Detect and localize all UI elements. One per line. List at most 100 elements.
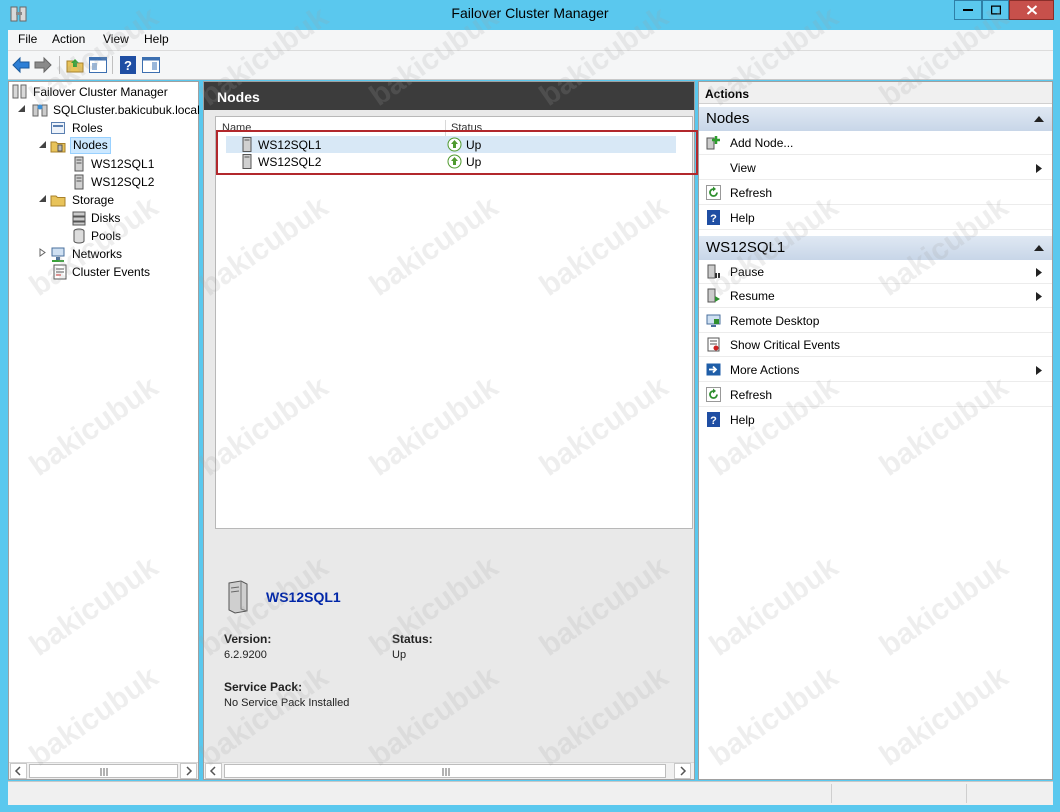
add-node-icon	[706, 136, 720, 150]
action-pause[interactable]: Pause	[699, 260, 1052, 284]
scroll-right-button[interactable]	[180, 763, 197, 779]
status-segment	[966, 784, 967, 803]
menu-action[interactable]: Action	[52, 32, 85, 46]
status-value: Up	[392, 649, 407, 661]
action-pane-icon[interactable]	[141, 55, 161, 75]
scroll-right-button[interactable]	[674, 763, 691, 779]
action-label: Refresh	[730, 388, 773, 402]
tree-label: Disks	[91, 211, 121, 225]
action-help[interactable]: ? Help	[699, 206, 1052, 230]
tree-label: WS12SQL2	[91, 175, 155, 189]
maximize-button[interactable]	[982, 0, 1009, 20]
minimize-button[interactable]	[954, 0, 982, 20]
action-add-node[interactable]: Add Node...	[699, 131, 1052, 155]
action-resume[interactable]: Resume	[699, 284, 1052, 308]
action-view[interactable]: View	[699, 156, 1052, 180]
minimize-icon	[963, 9, 973, 11]
collapsed-arrow-icon[interactable]	[38, 248, 47, 257]
app-window: Failover Cluster Manager File Action Vie…	[0, 0, 1060, 812]
action-label: Remote Desktop	[730, 314, 820, 328]
action-label: Resume	[730, 289, 775, 303]
scroll-right-icon	[680, 766, 687, 776]
center-horizontal-scrollbar[interactable]	[204, 762, 694, 779]
actions-section-node[interactable]: WS12SQL1	[699, 236, 1052, 260]
scroll-right-icon	[186, 766, 193, 776]
show-tree-icon[interactable]	[88, 55, 108, 75]
roles-icon	[51, 122, 65, 134]
scroll-thumb[interactable]	[29, 764, 178, 778]
service-pack-value: No Service Pack Installed	[224, 697, 350, 709]
window-title: Failover Cluster Manager	[451, 5, 609, 21]
menu-file[interactable]: File	[18, 32, 37, 46]
version-value: 6.2.9200	[224, 649, 267, 661]
service-pack-label: Service Pack:	[224, 680, 303, 694]
expanded-arrow-icon[interactable]	[38, 140, 47, 149]
server-icon	[74, 156, 84, 172]
up-folder-icon[interactable]	[65, 55, 85, 75]
section-title: WS12SQL1	[706, 239, 786, 256]
action-label: View	[730, 161, 756, 175]
scroll-left-button[interactable]	[205, 763, 222, 779]
menu-help[interactable]: Help	[144, 32, 169, 46]
tree-label: Networks	[72, 247, 123, 261]
nodes-list[interactable]: Name Status WS12SQL1 Up WS12SQL2 Up	[215, 116, 693, 529]
close-button[interactable]	[1009, 0, 1054, 20]
resume-node-icon	[707, 288, 720, 303]
center-header: Nodes	[204, 82, 694, 110]
status-bar	[8, 781, 1053, 805]
refresh-icon	[706, 185, 721, 200]
status-segment	[831, 784, 832, 803]
menu-view[interactable]: View	[103, 32, 129, 46]
action-show-critical-events[interactable]: Show Critical Events	[699, 333, 1052, 357]
tree-label: Failover Cluster Manager	[33, 85, 168, 99]
expanded-arrow-icon[interactable]	[17, 104, 26, 113]
close-icon	[1026, 5, 1037, 15]
action-remote-desktop[interactable]: Remote Desktop	[699, 309, 1052, 333]
toolbar: ?	[8, 50, 1053, 80]
tree-label: Nodes	[70, 137, 111, 154]
help-icon[interactable]: ?	[118, 55, 138, 75]
nodes-folder-icon	[50, 141, 66, 153]
tree-label: Cluster Events	[72, 265, 151, 279]
scroll-thumb[interactable]	[224, 764, 666, 778]
nodes-center-pane: Nodes Name Status WS12SQL1 Up WS12SQL2 U…	[203, 81, 698, 780]
svg-text:?: ?	[124, 58, 132, 73]
version-label: Version:	[224, 632, 272, 646]
tree-label: SQLCluster.bakicubuk.local	[53, 103, 200, 117]
tree-label: Storage	[72, 193, 115, 207]
help-icon: ?	[707, 210, 720, 225]
action-help-node[interactable]: ? Help	[699, 408, 1052, 432]
server-large-icon	[228, 580, 248, 614]
events-icon	[53, 264, 67, 280]
submenu-arrow-icon	[1036, 366, 1042, 375]
cluster-icon	[32, 104, 48, 117]
tree-label: Roles	[72, 121, 103, 135]
tree-label: WS12SQL1	[91, 157, 155, 171]
disks-icon	[72, 211, 86, 226]
action-label: Add Node...	[730, 136, 794, 150]
details-title: WS12SQL1	[266, 589, 341, 605]
menu-bar: File Action View Help	[8, 30, 1053, 50]
tree-label: Pools	[91, 229, 122, 243]
collapse-up-icon[interactable]	[1034, 244, 1044, 251]
refresh-icon	[706, 387, 721, 402]
action-more-actions[interactable]: More Actions	[699, 358, 1052, 382]
collapse-up-icon[interactable]	[1034, 115, 1044, 122]
scroll-left-icon	[14, 766, 21, 776]
back-arrow-icon[interactable]	[11, 55, 31, 75]
action-label: Show Critical Events	[730, 338, 841, 352]
action-label: Pause	[730, 265, 765, 279]
actions-header: Actions	[699, 82, 1052, 104]
left-horizontal-scrollbar[interactable]	[9, 762, 198, 779]
forward-arrow-icon[interactable]	[33, 55, 53, 75]
actions-section-nodes[interactable]: Nodes	[699, 107, 1052, 131]
help-icon: ?	[707, 412, 720, 427]
section-title: Nodes	[706, 110, 750, 127]
maximize-icon	[990, 5, 1001, 15]
submenu-arrow-icon	[1036, 164, 1042, 173]
title-bar[interactable]: Failover Cluster Manager	[0, 0, 1060, 28]
expanded-arrow-icon[interactable]	[38, 194, 47, 203]
action-refresh[interactable]: Refresh	[699, 181, 1052, 205]
scroll-left-button[interactable]	[10, 763, 27, 779]
action-refresh-node[interactable]: Refresh	[699, 383, 1052, 407]
